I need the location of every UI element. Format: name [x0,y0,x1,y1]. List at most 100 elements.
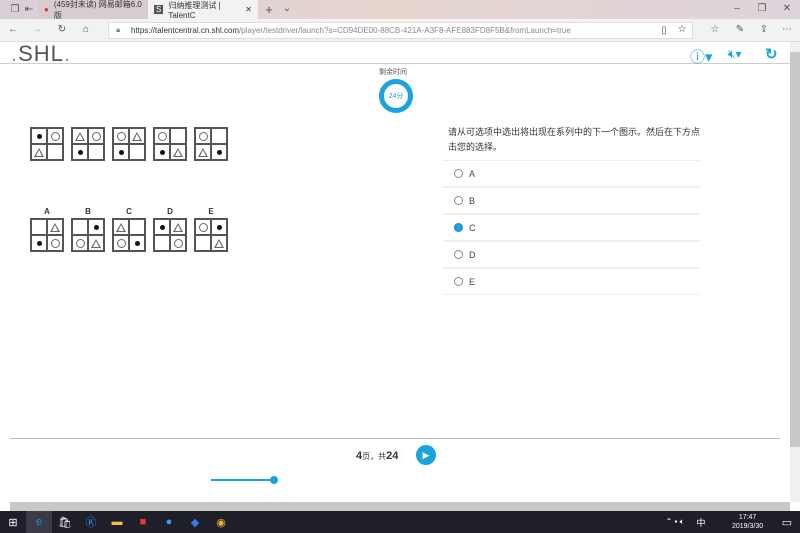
timer-label: 剩余时间 [379,69,407,76]
radio-button[interactable] [454,277,463,286]
maximize-icon[interactable]: ❐ [755,3,769,14]
chevron-down-icon[interactable]: ⌄ [280,3,294,14]
refresh-icon[interactable]: ↻ [55,24,69,35]
answer-label: A [44,207,50,216]
notifications-icon[interactable]: ▭ [774,511,800,533]
share-icon[interactable]: ⇪ [757,24,771,35]
shl-favicon-icon: S [154,5,164,14]
option-d[interactable]: D [443,241,700,268]
address-bar[interactable]: 🔒︎ https://talentcentral.cn.shl.com/playe… [108,22,693,39]
option-a[interactable]: A [443,160,700,187]
favorites-icon[interactable]: ☆ [708,24,722,35]
option-label: C [469,222,476,233]
option-label: A [469,168,476,179]
sound-off-icon[interactable]: 🔇︎▾ [728,47,742,62]
grid-cell [211,235,227,251]
tab-test[interactable]: S 归纳推理测试 | TalentC ✕ [148,0,258,20]
timer-value: 24分 [388,93,404,100]
circle-icon [116,238,126,248]
tab-bar: ❐ ⇤ ● (459封未读) 网易邮箱6.0版 S 归纳推理测试 | TalentC… [0,0,800,20]
minimize-icon[interactable]: – [730,3,744,14]
back-icon[interactable]: ← [6,24,20,35]
ime-indicator[interactable]: 中 [688,511,714,533]
start-icon[interactable]: ⊞ [0,511,26,533]
triangle-icon [50,222,60,232]
home-icon[interactable]: ⌂ [79,24,93,35]
triangle-icon [173,147,183,157]
triangle-icon [116,222,126,232]
store-icon[interactable]: 🛍︎ [52,511,78,533]
file-explorer-icon[interactable]: ▬ [104,511,130,533]
option-c[interactable]: C [443,214,700,241]
set-aside-tabs-icon[interactable]: ⇤ [22,4,36,15]
triangle-icon [91,238,101,248]
star-icon[interactable]: ☆ [675,24,689,35]
exit-icon[interactable]: ↻ [765,45,778,63]
vertical-scroll-thumb[interactable] [790,52,800,447]
option-label: E [469,276,476,287]
clock[interactable]: 17:47 2019/3/30 [732,513,763,531]
grid-cell [113,219,129,235]
grid-cell [170,144,186,160]
dot-icon [216,149,222,155]
tray-icons[interactable]: ⌃ ▪ 🔈︎ [662,511,688,533]
radio-button[interactable] [454,196,463,205]
tab-mail[interactable]: ● (459封未读) 网易邮箱6.0版 [38,0,148,20]
grid-cell [88,128,104,144]
close-window-icon[interactable]: ✕ [780,3,794,14]
chrome-icon[interactable]: ◉ [208,511,234,533]
shl-logo: .SHL. [11,41,72,66]
answer-label: E [208,207,214,216]
page-indicator: 4页，共24 [356,450,399,462]
grid-cell [129,144,145,160]
answer-figure [194,218,228,252]
dot-icon [118,149,124,155]
edge-icon[interactable]: e [26,511,52,533]
tab-manager-icon[interactable]: ❐ [8,4,22,15]
app-bird-icon[interactable]: ◆ [182,511,208,533]
help-icon[interactable]: ⓘ▾ [690,46,713,67]
notes-icon[interactable]: ✎ [733,24,747,35]
dot-icon [134,240,140,246]
app-red-icon[interactable]: ■ [130,511,156,533]
kugou-icon[interactable]: Ⓚ [78,511,104,533]
grid-cell [72,235,88,251]
new-tab-icon[interactable]: + [262,2,276,17]
horizontal-scrollbar[interactable] [10,502,790,511]
more-icon[interactable]: ⋯ [780,24,794,35]
grid-cell [72,144,88,160]
grid-cell [47,235,63,251]
next-button[interactable]: ▶ [416,445,436,465]
reading-view-icon[interactable]: ▯ [657,25,671,36]
forward-icon[interactable]: → [30,24,44,35]
grid-cell [170,128,186,144]
triangle-icon [75,131,85,141]
grid-cell [154,219,170,235]
option-e[interactable]: E [443,268,700,295]
radio-button[interactable] [454,223,463,232]
grid-cell [88,235,104,251]
circle-icon [173,238,183,248]
option-label: B [469,195,476,206]
radio-button[interactable] [454,250,463,259]
answer-label: C [126,207,132,216]
sequence-figure [153,127,187,161]
option-b[interactable]: B [443,187,700,214]
divider [10,438,780,439]
grid-cell [47,219,63,235]
answer-figure [30,218,64,252]
circle-icon [75,238,85,248]
close-tab-icon[interactable]: ✕ [245,5,252,14]
grid-cell [195,219,211,235]
app-blue-icon[interactable]: ● [156,511,182,533]
radio-button[interactable] [454,169,463,178]
mail-icon: ● [44,5,49,14]
grid-cell [211,219,227,235]
grid-cell [113,128,129,144]
lock-icon: 🔒︎ [116,25,121,34]
grid-cell [154,235,170,251]
grid-cell [129,219,145,235]
grid-cell [113,235,129,251]
timer-ring: 24分 [379,79,413,113]
grid-cell [88,219,104,235]
